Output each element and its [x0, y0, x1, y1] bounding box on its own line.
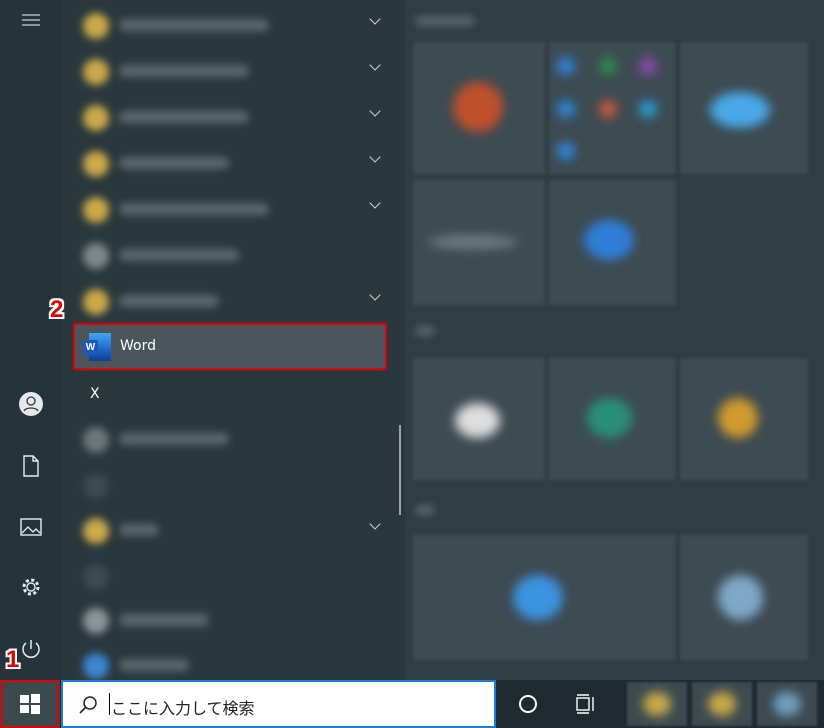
user-icon[interactable] [16, 389, 46, 419]
list-item[interactable] [75, 187, 387, 231]
step-2-label: 2 [50, 296, 64, 323]
taskbar-app[interactable] [692, 682, 752, 726]
tile[interactable] [413, 180, 545, 305]
list-item[interactable] [75, 598, 387, 642]
tile-group-header [415, 505, 435, 515]
task-view-button[interactable] [565, 680, 607, 728]
cortana-button[interactable] [507, 680, 549, 728]
power-icon[interactable] [16, 634, 46, 664]
tile-group-header [415, 326, 435, 336]
circle-icon [519, 695, 537, 713]
tile-group-header [415, 16, 475, 26]
tile[interactable] [549, 358, 676, 480]
list-item[interactable] [75, 141, 387, 185]
list-item[interactable] [75, 417, 387, 461]
list-item[interactable] [75, 508, 387, 552]
taskbar-app[interactable] [757, 682, 817, 726]
taskbar-app[interactable] [627, 682, 687, 726]
highlight-box-word [73, 323, 387, 370]
gear-icon[interactable] [16, 572, 46, 602]
step-1-label: 1 [6, 646, 20, 673]
list-item[interactable] [75, 95, 387, 139]
hamburger-icon[interactable] [16, 5, 46, 35]
list-item[interactable] [75, 49, 387, 93]
picture-icon[interactable] [16, 512, 46, 542]
list-item[interactable] [75, 3, 387, 47]
tile[interactable] [680, 42, 808, 174]
scrollbar[interactable] [399, 425, 401, 515]
tile[interactable] [549, 180, 676, 305]
list-item[interactable] [75, 463, 387, 507]
list-item[interactable] [75, 233, 387, 277]
tile[interactable] [413, 42, 545, 174]
search-icon [79, 696, 97, 714]
document-icon[interactable] [16, 451, 46, 481]
tile[interactable] [413, 358, 545, 480]
tile[interactable] [549, 42, 676, 174]
tile[interactable] [413, 535, 676, 660]
search-box[interactable]: ここに入力して検索 [61, 680, 496, 728]
start-menu-rail [0, 0, 62, 680]
task-view-icon [576, 694, 594, 714]
list-item[interactable] [75, 554, 387, 598]
tile[interactable] [680, 535, 808, 660]
list-item[interactable] [75, 279, 387, 323]
tile[interactable] [680, 358, 808, 480]
search-input[interactable]: ここに入力して検索 [111, 695, 255, 719]
highlight-box-start [1, 680, 59, 728]
section-letter-x[interactable]: X [90, 386, 100, 402]
